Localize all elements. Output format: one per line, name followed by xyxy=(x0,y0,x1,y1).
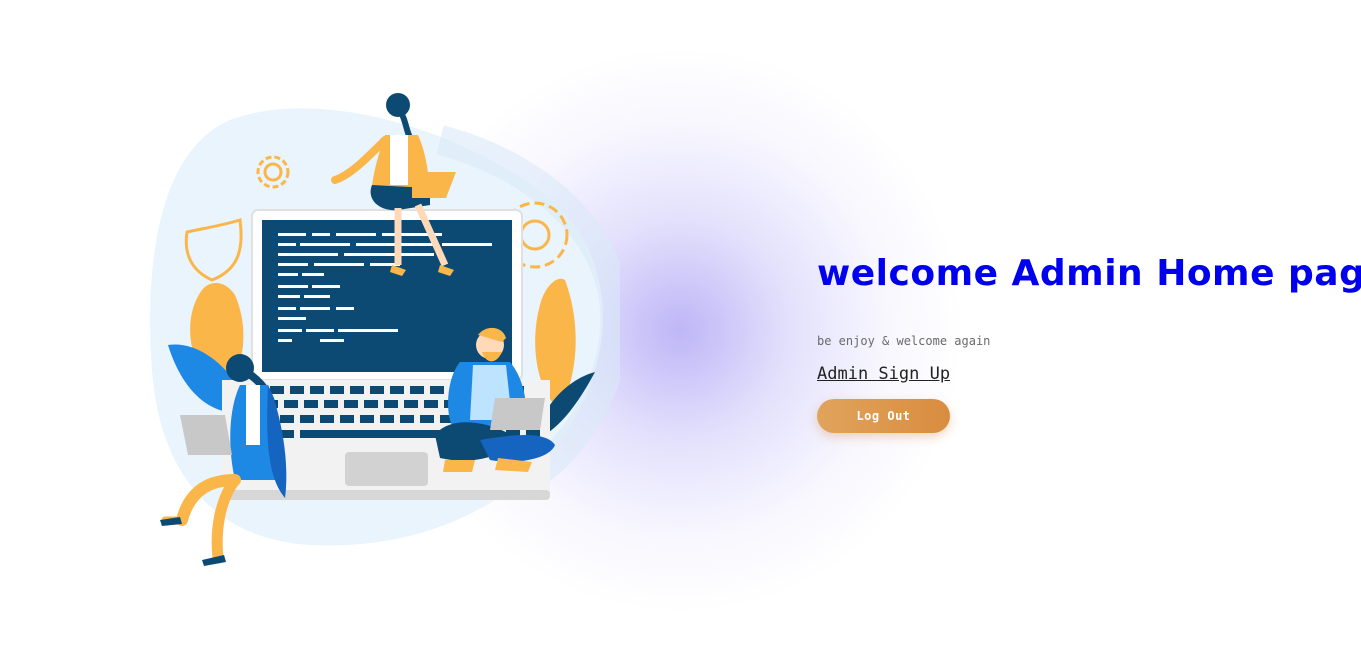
people-working-on-laptop-illustration xyxy=(150,93,620,566)
welcome-panel: welcome Admin Home page be enjoy & welco… xyxy=(817,252,1361,433)
page-title: welcome Admin Home page xyxy=(817,253,1361,294)
log-out-button[interactable]: Log Out xyxy=(817,399,950,433)
admin-sign-up-link[interactable]: Admin Sign Up xyxy=(817,363,950,385)
subtitle-text: be enjoy & welcome again xyxy=(817,334,991,348)
admin-home-page: welcome Admin Home page be enjoy & welco… xyxy=(0,0,1361,659)
laptop-touchpad xyxy=(345,452,428,486)
